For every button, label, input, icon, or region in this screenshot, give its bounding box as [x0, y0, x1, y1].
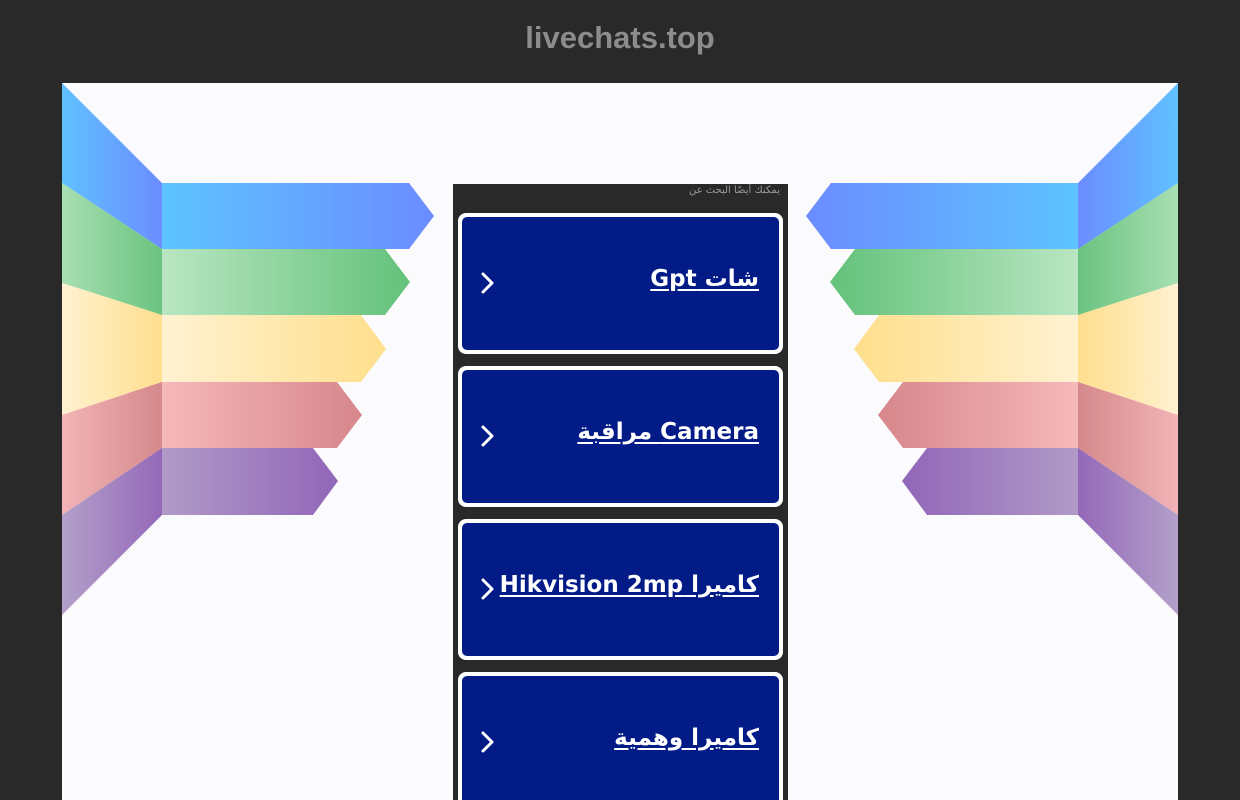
right-wing-band-yellow — [854, 315, 1078, 382]
related-search-link-body[interactable]: كاميرا وهمية — [462, 676, 779, 800]
related-search-link[interactable]: شات Gpt — [458, 213, 783, 354]
right-wing-band-red — [878, 382, 1078, 448]
left-wing-band-purple — [162, 448, 338, 515]
left-wing-band-blue — [162, 183, 434, 249]
related-search-link-body[interactable]: Camera مراقبة — [462, 370, 779, 503]
left-wing-band-red — [162, 382, 362, 448]
related-search-label[interactable]: Camera مراقبة — [577, 419, 759, 445]
site-header: livechats.top — [0, 0, 1240, 83]
parked-page-canvas: يمكنك أيضًا البحث عن شات Gpt Camera مراق… — [62, 83, 1178, 800]
chevron-right-icon — [481, 578, 494, 600]
related-search-link[interactable]: كاميرا Hikvision 2mp — [458, 519, 783, 660]
related-searches-heading: يمكنك أيضًا البحث عن — [688, 185, 780, 196]
related-search-label[interactable]: كاميرا وهمية — [614, 725, 759, 751]
related-search-label[interactable]: كاميرا Hikvision 2mp — [500, 572, 759, 598]
right-wing-band-green — [830, 249, 1078, 315]
left-wing-band-green — [162, 249, 410, 315]
left-wing-band-yellow — [162, 315, 386, 382]
related-search-link-body[interactable]: كاميرا Hikvision 2mp — [462, 523, 779, 656]
related-search-link[interactable]: Camera مراقبة — [458, 366, 783, 507]
chevron-right-icon — [481, 425, 494, 447]
related-search-label[interactable]: شات Gpt — [650, 266, 759, 292]
related-searches-panel: يمكنك أيضًا البحث عن شات Gpt Camera مراق… — [453, 184, 788, 800]
related-search-link[interactable]: كاميرا وهمية — [458, 672, 783, 800]
chevron-right-icon — [481, 731, 494, 753]
domain-title: livechats.top — [525, 20, 715, 55]
right-wing-band-purple — [902, 448, 1078, 515]
right-wing-band-blue — [806, 183, 1078, 249]
related-search-link-body[interactable]: شات Gpt — [462, 217, 779, 350]
chevron-right-icon — [481, 272, 494, 294]
